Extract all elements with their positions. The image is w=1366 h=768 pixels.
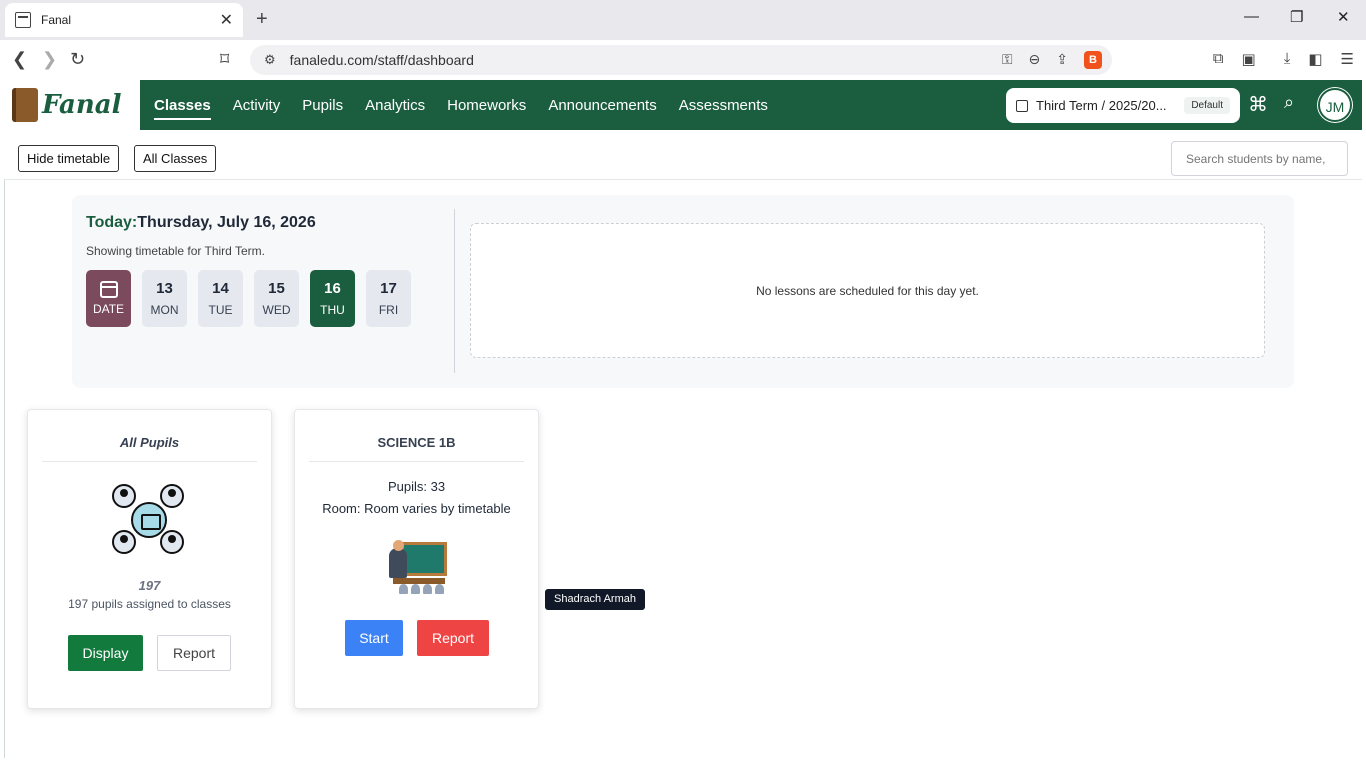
hide-timetable-button[interactable]: Hide timetable [18,145,120,172]
report-button[interactable]: Report [157,635,231,671]
teacher-board-icon [387,540,449,596]
tab-close-icon[interactable]: ✕ [220,10,233,30]
class-pupil-count: Pupils: 33 [387,479,446,494]
bookmark-icon[interactable]: ⌑ [220,49,229,70]
classes-toolbar: Hide timetable All Classes [4,130,1362,180]
report-button[interactable]: Report [417,620,489,656]
command-icon[interactable]: ⌘ [1248,92,1268,117]
today-heading: Today:Thursday, July 16, 2026 [86,214,316,232]
forward-icon[interactable]: ❯ [42,49,57,70]
display-button[interactable]: Display [68,635,143,671]
share-icon[interactable]: ⇪ [1056,51,1068,69]
zoom-icon[interactable]: ⊖ [1029,51,1041,69]
app-logo[interactable]: Fanal [4,80,140,130]
timetable-term-note: Showing timetable for Third Term. [86,244,265,258]
day-number: 13 [156,280,173,297]
card-title: SCIENCE 1B [309,435,524,462]
date-button-label: DATE [92,302,125,316]
logo-book-icon [12,88,38,122]
browser-address-bar: ❮ ❯ ↻ ⌑ ⚙ fanaledu.com/staff/dashboard ⚿… [0,40,1366,80]
pupils-group-icon [112,484,186,556]
nav-homeworks[interactable]: Homeworks [447,97,526,114]
app-navbar: Fanal Classes Activity Pupils Analytics … [4,80,1362,130]
nav-announcements[interactable]: Announcements [548,97,656,114]
key-icon[interactable]: ⚿ [1002,51,1013,69]
day-button-fri[interactable]: 17 FRI [366,270,411,327]
default-badge: Default [1184,97,1230,114]
browser-tab[interactable]: Fanal ✕ [5,3,243,37]
day-name: MON [150,303,179,317]
tab-title: Fanal [41,13,72,27]
day-name: FRI [378,303,399,317]
timetable-panel: Today:Thursday, July 16, 2026 Showing ti… [72,195,1294,388]
day-button-mon[interactable]: 13 MON [142,270,187,327]
minimize-icon[interactable]: — [1244,8,1259,25]
sidebar-icon[interactable]: ◧ [1308,50,1322,68]
wallet-icon[interactable]: ▣ [1242,50,1256,68]
download-icon[interactable]: ⤓ [1284,50,1291,68]
all-pupils-card: All Pupils 197 197 pupils assigned to cl… [27,409,272,709]
all-classes-button[interactable]: All Classes [134,145,217,172]
nav-assessments[interactable]: Assessments [679,97,768,114]
class-room: Room: Room varies by timetable [322,501,511,516]
calendar-icon [99,281,118,298]
back-icon[interactable]: ❮ [12,49,27,70]
url-text: fanaledu.com/staff/dashboard [289,52,474,68]
nav-classes[interactable]: Classes [154,97,211,120]
term-label: Third Term / 2025/20... [1036,98,1167,113]
no-lessons-message: No lessons are scheduled for this day ye… [470,223,1265,358]
card-title: All Pupils [42,435,257,462]
day-name: THU [320,303,345,317]
tab-favicon-icon [15,12,31,28]
browser-tab-bar: Fanal ✕ + — ❐ ✕ [0,0,1366,40]
content-left-border [4,180,5,758]
pupils-assigned-text: 197 pupils assigned to classes [68,597,231,611]
day-button-wed[interactable]: 15 WED [254,270,299,327]
term-selector[interactable]: Third Term / 2025/20... Default [1006,88,1240,123]
site-settings-icon[interactable]: ⚙ [264,52,276,68]
window-close-icon[interactable]: ✕ [1337,8,1350,26]
day-number: 14 [212,280,229,297]
restore-icon[interactable]: ❐ [1290,8,1303,26]
day-button-tue[interactable]: 14 TUE [198,270,243,327]
day-button-thu[interactable]: 16 THU [310,270,355,327]
today-date: Thursday, July 16, 2026 [137,214,316,231]
date-picker-button[interactable]: DATE [86,270,131,327]
day-name: TUE [208,303,233,317]
class-card-science-1b[interactable]: SCIENCE 1B Pupils: 33 Room: Room varies … [294,409,539,709]
new-tab-icon[interactable]: + [256,8,268,31]
nav-pupils[interactable]: Pupils [302,97,343,114]
day-number: 16 [324,280,341,297]
nav-activity[interactable]: Activity [233,97,281,114]
timetable-divider [454,209,455,373]
teacher-tooltip: Shadrach Armah [545,589,645,610]
logo-text: Fanal [42,90,122,120]
day-selector: DATE 13 MON 14 TUE 15 WED 16 THU 17 FRI [86,270,411,327]
today-label: Today: [86,214,138,231]
url-field[interactable]: ⚙ fanaledu.com/staff/dashboard ⚿ ⊖ ⇪ B [250,45,1112,75]
calendar-icon [1016,99,1028,112]
pupil-count: 197 [138,578,161,593]
start-button[interactable]: Start [345,620,403,656]
user-avatar[interactable]: JM [1318,88,1352,122]
day-number: 17 [380,280,397,297]
search-icon[interactable]: ⌕ [1284,92,1294,113]
reload-icon[interactable]: ↻ [70,49,85,70]
day-number: 15 [268,280,285,297]
menu-icon[interactable]: ☰ [1341,50,1354,68]
extensions-icon[interactable]: ⧉ [1213,50,1224,68]
day-name: WED [262,303,291,317]
nav-analytics[interactable]: Analytics [365,97,425,114]
brave-shield-icon[interactable]: B [1084,51,1102,69]
main-nav: Classes Activity Pupils Analytics Homewo… [154,80,768,130]
student-search-input[interactable] [1171,141,1348,176]
